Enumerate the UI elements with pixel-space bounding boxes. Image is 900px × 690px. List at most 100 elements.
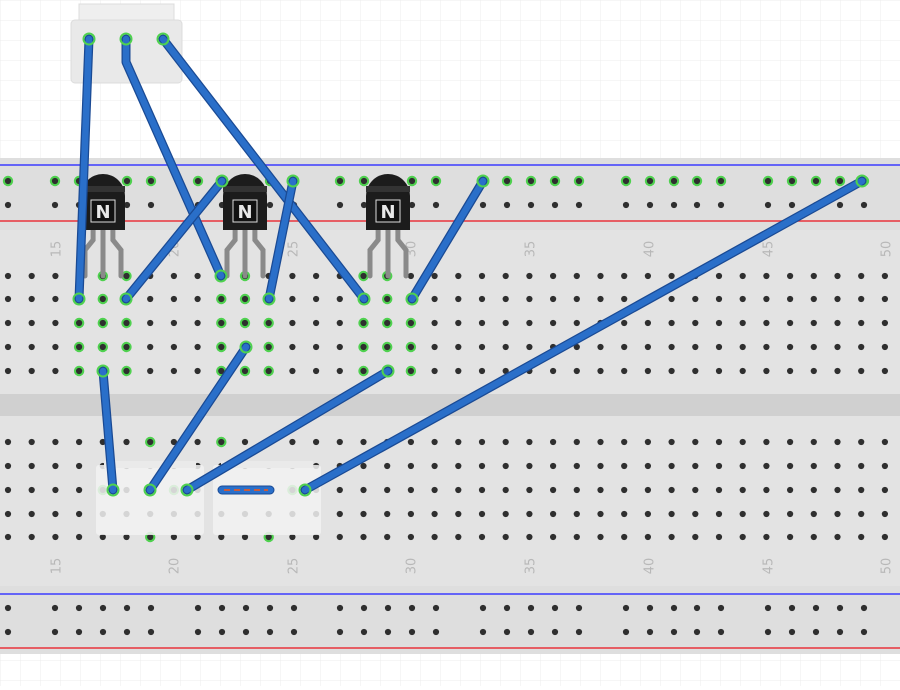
breadboard-hole[interactable] [147,628,155,636]
breadboard-hole[interactable] [478,367,486,375]
breadboard-hole[interactable] [551,628,559,636]
breadboard-hole[interactable] [644,462,652,470]
breadboard-hole[interactable] [644,510,652,518]
breadboard-hole[interactable] [787,343,794,351]
breadboard-hole[interactable] [123,628,131,636]
breadboard-hole[interactable] [384,628,392,636]
breadboard-hole[interactable] [313,272,320,280]
breadboard-hole[interactable] [170,272,177,280]
breadboard-hole[interactable] [621,319,628,327]
breadboard-hole[interactable] [810,462,817,470]
breadboard-hole[interactable] [384,343,391,351]
breadboard-hole[interactable] [360,177,368,185]
breadboard-hole[interactable] [75,604,83,612]
breadboard-hole[interactable] [787,272,794,280]
breadboard-hole[interactable] [407,272,414,280]
breadboard-hole[interactable] [478,510,486,518]
breadboard-hole[interactable] [4,604,12,612]
breadboard-hole[interactable] [336,533,343,541]
breadboard-hole[interactable] [717,177,725,185]
breadboard-hole[interactable] [644,533,652,541]
breadboard-hole[interactable] [597,462,604,470]
breadboard-hole[interactable] [28,533,35,541]
breadboard-hole[interactable] [550,438,557,446]
breadboard-hole[interactable] [715,486,723,494]
breadboard-hole[interactable] [384,462,391,470]
breadboard-hole[interactable] [693,201,701,209]
breadboard-hole[interactable] [147,319,154,327]
breadboard-hole[interactable] [194,628,202,636]
breadboard-hole[interactable] [502,533,509,541]
breadboard-hole[interactable] [360,319,367,327]
breadboard-hole[interactable] [99,343,106,351]
breadboard-hole[interactable] [573,510,580,518]
breadboard-hole[interactable] [4,343,12,351]
breadboard-hole[interactable] [289,295,296,303]
breadboard-hole[interactable] [4,201,12,209]
breadboard-hole[interactable] [668,486,675,494]
breadboard-hole[interactable] [313,295,320,303]
breadboard-hole[interactable] [52,367,59,375]
breadboard-hole[interactable] [858,462,865,470]
breadboard-hole[interactable] [763,319,770,327]
breadboard-hole[interactable] [479,604,487,612]
breadboard-hole[interactable] [526,486,533,494]
breadboard-hole[interactable] [52,272,59,280]
breadboard-hole[interactable] [455,319,462,327]
breadboard-hole[interactable] [739,438,746,446]
breadboard-hole[interactable] [290,604,298,612]
breadboard-hole[interactable] [621,295,628,303]
breadboard-hole[interactable] [265,319,272,327]
breadboard-hole[interactable] [194,295,201,303]
breadboard-hole[interactable] [763,533,770,541]
breadboard-hole[interactable] [715,462,723,470]
breadboard-hole[interactable] [597,533,604,541]
breadboard-hole[interactable] [147,201,155,209]
breadboard-hole[interactable] [503,628,511,636]
breadboard-hole[interactable] [573,486,580,494]
breadboard-hole[interactable] [455,486,462,494]
breadboard-hole[interactable] [550,462,557,470]
breadboard-hole[interactable] [526,533,533,541]
breadboard-hole[interactable] [384,604,392,612]
breadboard-hole[interactable] [597,295,604,303]
breadboard-hole[interactable] [407,319,414,327]
breadboard-hole[interactable] [28,438,35,446]
breadboard-hole[interactable] [764,177,772,185]
breadboard-hole[interactable] [4,319,12,327]
breadboard-hole[interactable] [550,367,557,375]
breadboard-hole[interactable] [739,533,746,541]
breadboard-hole[interactable] [4,438,12,446]
breadboard-hole[interactable] [479,628,487,636]
breadboard-hole[interactable] [170,343,177,351]
breadboard-hole[interactable] [622,177,630,185]
breadboard-hole[interactable] [76,319,83,327]
breadboard-hole[interactable] [218,628,226,636]
breadboard-hole[interactable] [455,438,462,446]
breadboard-hole[interactable] [502,438,509,446]
breadboard-hole[interactable] [28,295,35,303]
breadboard-hole[interactable] [502,272,509,280]
breadboard-hole[interactable] [551,177,559,185]
breadboard-hole[interactable] [407,533,414,541]
breadboard-hole[interactable] [834,295,841,303]
breadboard-hole[interactable] [28,343,35,351]
breadboard-hole[interactable] [266,604,274,612]
breadboard-hole[interactable] [194,343,201,351]
breadboard-hole[interactable] [646,177,654,185]
breadboard-hole[interactable] [99,604,107,612]
breadboard-hole[interactable] [313,319,320,327]
breadboard-hole[interactable] [550,319,557,327]
breadboard-hole[interactable] [52,510,59,518]
breadboard-hole[interactable] [715,319,723,327]
breadboard-hole[interactable] [76,510,83,518]
breadboard-hole[interactable] [455,510,462,518]
breadboard-hole[interactable] [787,367,794,375]
breadboard-hole[interactable] [52,438,59,446]
breadboard-hole[interactable] [834,319,841,327]
breadboard-hole[interactable] [763,438,770,446]
breadboard-hole[interactable] [289,367,296,375]
breadboard-hole[interactable] [75,628,83,636]
breadboard-hole[interactable] [313,343,320,351]
breadboard-hole[interactable] [692,295,699,303]
